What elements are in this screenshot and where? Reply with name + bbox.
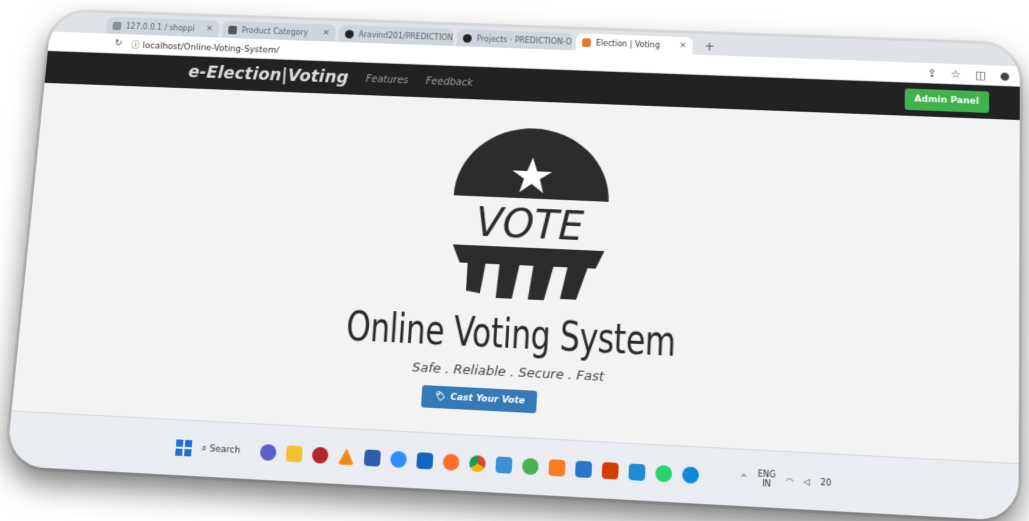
file-explorer-icon[interactable] (285, 445, 303, 463)
profile-icon[interactable]: ● (1000, 69, 1010, 82)
taskbar-search[interactable]: ⌕ Search (201, 444, 241, 456)
new-tab-icon[interactable]: + (696, 39, 722, 55)
vote-logo-text: VOTE (474, 200, 585, 250)
favicon-icon (227, 25, 238, 34)
app-icon[interactable] (628, 463, 646, 481)
favicon-icon (581, 37, 592, 47)
chat-app-icon[interactable] (259, 443, 277, 462)
browser-actions: ⇪ ☆ ◫ ● (927, 66, 1009, 82)
edge-icon[interactable] (681, 466, 700, 484)
hero-section: VOTE Online Voting System Safe . Reliabl… (13, 83, 1019, 444)
favicon-icon (112, 21, 122, 30)
nav-link-features[interactable]: Features (366, 74, 409, 86)
clock[interactable]: 20 (820, 477, 831, 487)
admin-panel-button[interactable]: Admin Panel (904, 88, 990, 113)
office-icon[interactable] (601, 462, 619, 480)
tag-icon: 🏷 (433, 391, 446, 403)
firefox-icon[interactable] (442, 453, 460, 471)
chrome-icon[interactable] (468, 455, 487, 473)
zoom-icon[interactable] (389, 450, 408, 469)
volume-icon[interactable]: ◁ (804, 476, 811, 486)
close-icon[interactable]: × (679, 41, 687, 51)
tab-title: Election | Voting (595, 38, 661, 50)
close-icon[interactable]: × (206, 24, 214, 34)
tab-title: Product Category (241, 25, 309, 37)
mail-icon[interactable] (416, 452, 434, 470)
close-icon[interactable]: × (322, 28, 330, 38)
url-text[interactable]: ⓘ localhost/Online-Voting-System/ (131, 38, 280, 56)
search-icon: ⌕ (201, 443, 207, 455)
app-icon[interactable] (311, 446, 329, 464)
cast-vote-button[interactable]: 🏷 Cast Your Vote (420, 385, 538, 414)
github-icon (462, 33, 473, 43)
reload-icon[interactable]: ↻ (114, 39, 122, 49)
windows-start-icon[interactable] (175, 439, 193, 457)
app-icon[interactable] (363, 449, 381, 467)
app-icon[interactable] (574, 460, 593, 479)
xampp-icon[interactable] (548, 459, 566, 477)
vlc-icon[interactable] (338, 448, 355, 465)
nav-link-feedback[interactable]: Feedback (426, 76, 474, 88)
monitor-screen: 127.0.0.1 / shoppi × Product Category × Ar… (6, 11, 1020, 521)
sidebar-icon[interactable]: ◫ (975, 68, 986, 81)
bookmark-star-icon[interactable]: ☆ (951, 67, 961, 80)
wifi-icon[interactable]: ◠ (786, 475, 794, 485)
brand-logo[interactable]: e-Election|Voting (188, 63, 350, 88)
tab-title: 127.0.0.1 / shoppi (125, 21, 195, 33)
tab-title: Projects · PREDICTION-OF-EL (476, 34, 573, 47)
notepad-icon[interactable] (495, 456, 513, 474)
app-icon[interactable] (521, 457, 539, 476)
github-icon (344, 29, 355, 39)
chevron-up-icon[interactable]: ^ (740, 473, 747, 483)
tab-title: Aravind201/PREDICTION-O (358, 29, 454, 43)
system-tray: ^ ENG IN ◠ ◁ 20 (740, 468, 831, 492)
language-indicator[interactable]: ENG IN (757, 469, 776, 489)
share-icon[interactable]: ⇪ (927, 66, 936, 79)
vote-logo-icon: VOTE (449, 125, 612, 303)
whatsapp-icon[interactable] (655, 464, 673, 483)
